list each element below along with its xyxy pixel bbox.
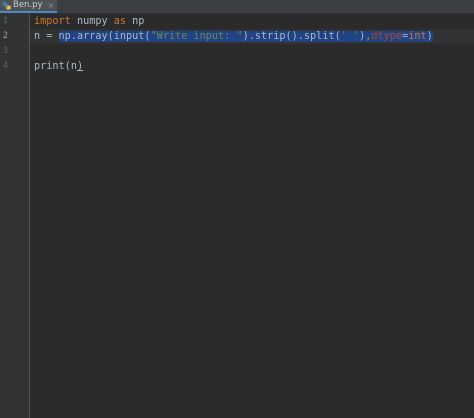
code-line-4[interactable]: print(n) <box>34 59 83 74</box>
dtype-keyword-arg: dtype <box>371 31 403 42</box>
line-number-3: 3 <box>2 46 8 56</box>
keyword-import: import <box>34 16 71 27</box>
line-number-1: 1 <box>2 16 8 26</box>
editor-tab-bar: Ben.py × <box>0 0 474 14</box>
tab-ben-py[interactable]: Ben.py × <box>0 0 57 13</box>
line-number-4: 4 <box>2 61 8 71</box>
dtype-value: int <box>408 31 427 42</box>
call-strip-split: ).strip().split( <box>242 31 341 42</box>
python-file-icon <box>2 1 11 10</box>
tab-label: Ben.py <box>13 0 43 10</box>
line-number-2: 2 <box>2 31 8 41</box>
line-number-gutter: 1 2 3 4 <box>0 14 30 418</box>
module-name: numpy <box>70 16 114 27</box>
code-line-2[interactable]: n = np.array(input("Write input: ").stri… <box>34 29 433 44</box>
code-line-1[interactable]: import numpy as np <box>34 14 144 29</box>
print-close-paren: ) <box>76 61 84 72</box>
text-selection[interactable]: np.array(input("Write input: ").strip().… <box>58 31 433 42</box>
close-icon[interactable]: × <box>48 0 55 11</box>
print-call: print( <box>34 61 71 72</box>
assignment-prefix: n = <box>34 31 59 42</box>
call-np-array-input: np.array(input( <box>58 31 151 42</box>
string-separator: ' ' <box>340 31 360 42</box>
keyword-as: as <box>113 16 127 27</box>
string-prompt: "Write input: " <box>150 31 243 42</box>
array-close-paren: ) <box>426 31 433 42</box>
module-alias: np <box>126 16 145 27</box>
